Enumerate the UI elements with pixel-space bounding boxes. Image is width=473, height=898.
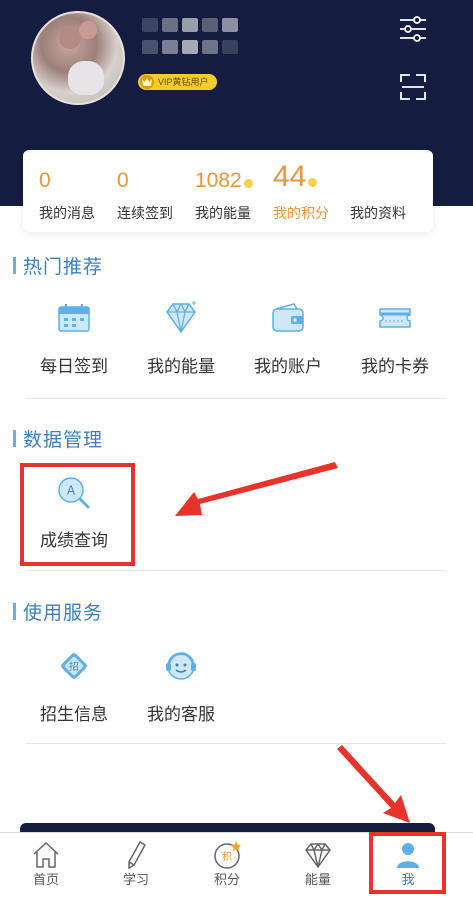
tab-points[interactable]: 积 积分 <box>197 833 257 895</box>
stat-label: 我的积分 <box>273 205 329 221</box>
stat-value-row: 1082 <box>195 169 253 193</box>
grid-item-label: 我的客服 <box>147 705 215 724</box>
section-title-hot: 热门推荐 <box>13 253 104 278</box>
section-bar <box>13 256 16 274</box>
grid-item-label: 我的账户 <box>254 357 322 376</box>
ticket-icon <box>377 300 413 336</box>
tab-home[interactable]: 首页 <box>16 833 76 895</box>
grid-item-enrollment-info[interactable]: 招 招生信息 <box>19 648 129 738</box>
section-title-text: 热门推荐 <box>23 256 104 278</box>
enroll-icon: 招 <box>56 648 92 684</box>
username-blurred <box>140 16 244 60</box>
tab-label: 能量 <box>304 872 331 887</box>
stat-value: 0 <box>39 169 51 192</box>
tab-label: 首页 <box>32 872 59 887</box>
divider <box>26 743 446 744</box>
customer-service-icon <box>163 648 199 684</box>
stat-value: 1082 <box>195 169 242 192</box>
divider <box>26 398 446 399</box>
grid-item-label: 招生信息 <box>40 705 108 724</box>
divider <box>26 570 446 571</box>
tab-study[interactable]: 学习 <box>106 833 166 895</box>
grid-item-label: 我的卡券 <box>361 357 429 376</box>
avatar-flower <box>79 21 97 39</box>
stat-value: 44 <box>273 160 307 193</box>
diamond-icon <box>303 840 333 870</box>
wallet-icon <box>270 300 306 336</box>
vip-label: VIP黄钻用户 <box>158 77 209 87</box>
grid-item-my-energy[interactable]: 我的能量 <box>126 300 236 390</box>
crown-icon <box>140 75 154 89</box>
grid-item-my-account[interactable]: 我的账户 <box>233 300 343 390</box>
stat-value-row: 44 <box>273 160 318 194</box>
annotation-red-box <box>369 832 446 894</box>
annotation-arrow <box>337 745 410 823</box>
avatar-vase <box>68 61 104 95</box>
grid-item-my-coupons[interactable]: 我的卡券 <box>340 300 450 390</box>
annotation-arrow <box>175 462 338 516</box>
stat-label: 连续签到 <box>117 205 173 221</box>
calendar-icon <box>56 300 92 336</box>
scan-icon[interactable] <box>398 72 428 102</box>
annotation-red-box <box>20 463 135 566</box>
section-title-text: 使用服务 <box>23 602 104 624</box>
stats-card: 0 我的消息 0 连续签到 1082 我的能量 44 我的积分 我的资料 <box>23 150 433 232</box>
section-title-service: 使用服务 <box>13 599 104 624</box>
section-title-data: 数据管理 <box>13 426 104 451</box>
grid-item-customer-service[interactable]: 我的客服 <box>126 648 236 738</box>
pencil-icon <box>121 840 151 870</box>
stat-label: 我的消息 <box>39 205 95 221</box>
vip-badge: VIP黄钻用户 <box>138 74 217 90</box>
svg-text:招: 招 <box>69 660 79 673</box>
grid-item-label: 我的能量 <box>147 357 215 376</box>
section-title-text: 数据管理 <box>23 429 104 451</box>
avatar-flower <box>59 27 81 49</box>
coin-icon <box>243 179 253 188</box>
stat-label: 我的资料 <box>350 205 406 221</box>
tab-label: 积分 <box>213 872 240 887</box>
stat-label: 我的能量 <box>195 205 251 221</box>
diamond-icon <box>163 300 199 336</box>
svg-text:积: 积 <box>222 851 232 863</box>
tab-label: 学习 <box>122 872 149 887</box>
grid-item-daily-checkin[interactable]: 每日签到 <box>19 300 129 390</box>
coin-icon <box>308 178 318 187</box>
section-bar <box>13 429 16 447</box>
settings-sliders-icon[interactable] <box>398 14 428 44</box>
points-icon: 积 <box>212 840 242 870</box>
grid-item-label: 每日签到 <box>40 357 108 376</box>
home-icon <box>31 840 61 870</box>
section-bar <box>13 602 16 620</box>
avatar[interactable] <box>31 11 125 105</box>
stat-value: 0 <box>117 169 129 192</box>
tab-energy[interactable]: 能量 <box>288 833 348 895</box>
